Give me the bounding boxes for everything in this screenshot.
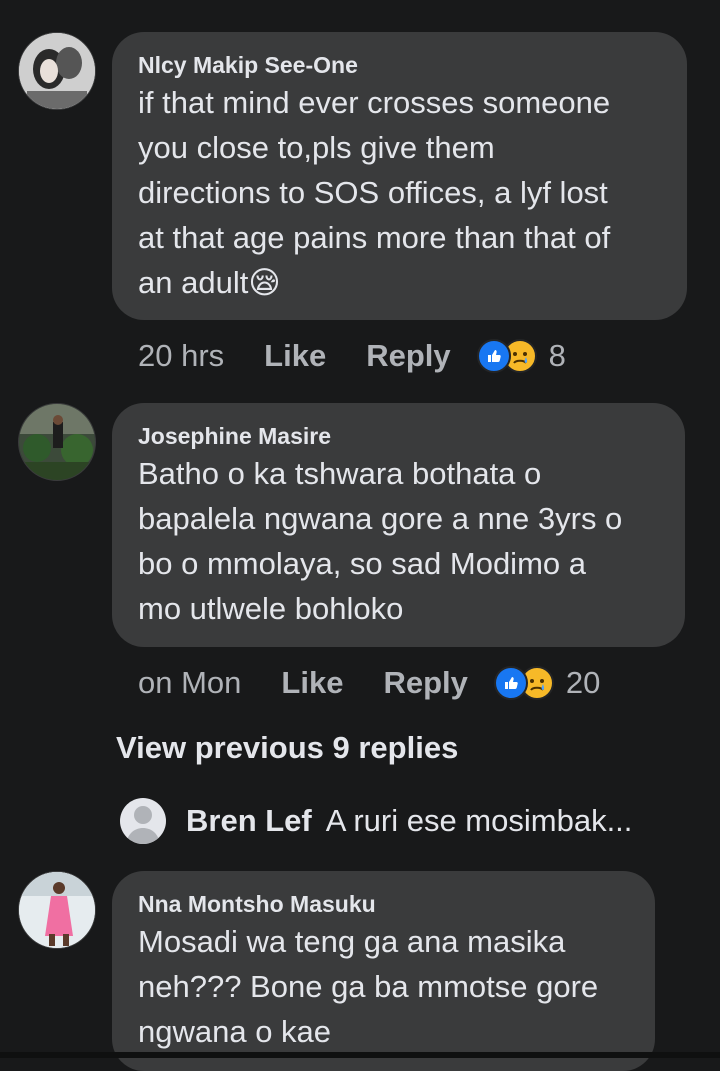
comment-bubble: Nlcy Makip See-One if that mind ever cro…: [112, 32, 687, 320]
reply-preview-text: A ruri ese mosimbak...: [325, 803, 633, 838]
reply-button[interactable]: Reply: [366, 338, 450, 374]
reaction-count: 8: [548, 338, 566, 373]
like-reaction-icon: [476, 339, 511, 373]
avatar[interactable]: [18, 871, 96, 949]
avatar[interactable]: [18, 403, 96, 481]
comment-author[interactable]: Josephine Masire: [138, 421, 659, 451]
view-previous-replies-link[interactable]: View previous 9 replies: [116, 730, 458, 766]
comment-author[interactable]: Nna Montsho Masuku: [138, 889, 629, 919]
profile-photo: [19, 404, 95, 480]
comment-bubble: Nna Montsho Masuku Mosadi wa teng ga ana…: [112, 871, 655, 1071]
comment-text: Mosadi wa teng ga ana masika neh??? Bone…: [138, 924, 599, 1049]
reactions[interactable]: [493, 666, 554, 700]
reaction-count: 20: [565, 665, 601, 700]
reactions[interactable]: [476, 339, 537, 373]
comment-time[interactable]: 20 hrs: [138, 338, 224, 374]
avatar[interactable]: [18, 32, 96, 110]
default-avatar-icon: [120, 798, 166, 844]
comment-author[interactable]: Nlcy Makip See-One: [138, 50, 661, 80]
comment-time[interactable]: on Mon: [138, 665, 241, 701]
like-button[interactable]: Like: [281, 665, 343, 701]
comment-actions: on Mon Like Reply 20: [138, 663, 600, 703]
reply-preview[interactable]: Bren Lef A ruri ese mosimbak...: [120, 798, 632, 844]
bottom-divider: [0, 1052, 720, 1058]
comment-text: if that mind ever crosses someone you cl…: [138, 80, 661, 305]
sad-emoji: 😪: [248, 265, 281, 300]
comment-text-body: if that mind ever crosses someone you cl…: [138, 85, 611, 300]
reply-button[interactable]: Reply: [383, 665, 467, 701]
profile-photo: [19, 33, 95, 109]
comment-actions: 20 hrs Like Reply 8: [138, 336, 566, 376]
like-reaction-icon: [493, 666, 528, 700]
like-button[interactable]: Like: [264, 338, 326, 374]
profile-photo: [19, 872, 95, 948]
comment-text: Batho o ka tshwara bothata o bapalela ng…: [138, 456, 623, 626]
comment-bubble: Josephine Masire Batho o ka tshwara both…: [112, 403, 685, 647]
reply-author[interactable]: Bren Lef: [186, 803, 312, 839]
